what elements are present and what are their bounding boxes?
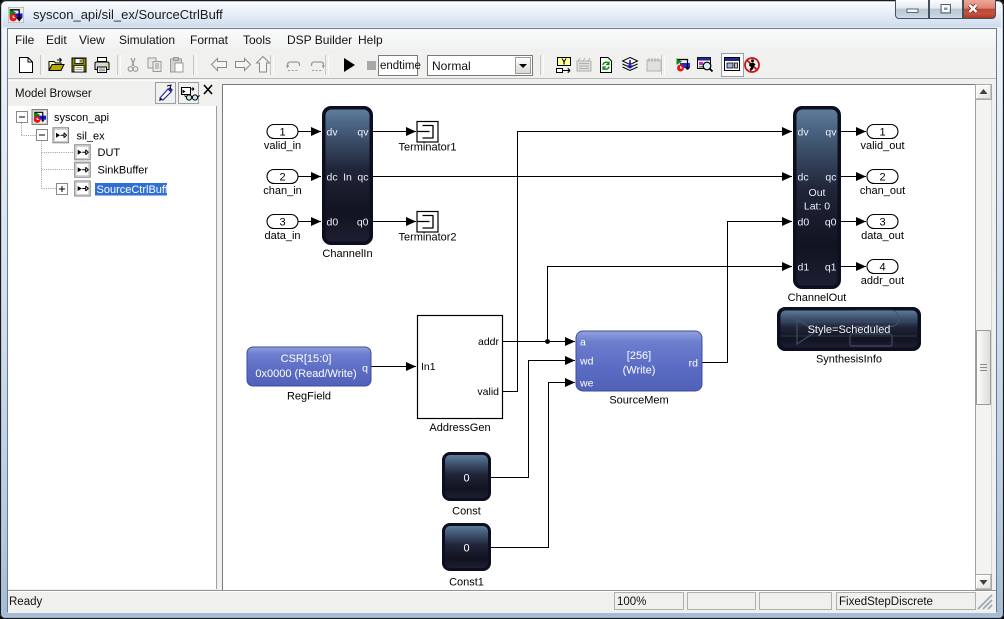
svg-text:Out: Out [809,187,826,199]
svg-text:a: a [580,337,586,349]
svg-text:In1: In1 [421,361,436,373]
svg-text:addr: addr [478,336,500,348]
svg-text:dv: dv [327,127,339,139]
svg-text:2: 2 [279,172,285,184]
svg-text:chan_in: chan_in [263,185,302,197]
svg-text:(Write): (Write) [623,365,656,377]
svg-text:d1: d1 [798,262,810,274]
svg-text:sil_ex: sil_ex [77,130,106,142]
svg-text:Const: Const [452,506,481,518]
svg-text:SourceMem: SourceMem [609,395,668,407]
svg-text:dv: dv [798,127,810,139]
svg-text:chan_out: chan_out [860,185,905,197]
svg-text:SourceCtrlBuff: SourceCtrlBuff [97,184,169,196]
svg-text:dc: dc [327,172,338,184]
svg-text:1: 1 [279,127,285,139]
svg-text:qc: qc [825,172,836,184]
svg-text:Const1: Const1 [449,577,484,589]
svg-text:qc: qc [357,172,368,184]
svg-text:ChannelOut: ChannelOut [788,292,847,304]
svg-text:0: 0 [463,473,469,485]
svg-text:0x0000 (Read/Write): 0x0000 (Read/Write) [255,368,356,380]
svg-text:DUT: DUT [98,147,121,159]
svg-text:SinkBuffer: SinkBuffer [98,165,149,177]
svg-text:SynthesisInfo: SynthesisInfo [816,354,882,366]
svg-text:Style=Scheduled: Style=Scheduled [808,324,891,336]
svg-text:Y: Y [561,57,567,66]
svg-text:[256]: [256] [627,350,651,362]
svg-text:valid: valid [477,386,499,398]
svg-text:data_in: data_in [264,230,300,242]
svg-text:rd: rd [689,358,698,370]
svg-text:syscon_api: syscon_api [54,112,109,124]
svg-text:q: q [362,363,368,375]
svg-text:d0: d0 [327,217,339,229]
svg-text:In: In [343,172,352,184]
svg-text:RegField: RegField [287,391,331,403]
svg-text:2: 2 [879,172,885,184]
svg-text:Lat: 0: Lat: 0 [804,201,830,213]
svg-text:0: 0 [463,543,469,555]
svg-text:data_out: data_out [861,230,904,242]
svg-text:4: 4 [879,262,885,274]
svg-text:3: 3 [879,217,885,229]
svg-text:ChannelIn: ChannelIn [322,248,372,260]
svg-text:valid_out: valid_out [860,140,904,152]
svg-text:qv: qv [357,127,369,139]
svg-text:wd: wd [579,356,594,368]
svg-text:Terminator1: Terminator1 [398,142,456,154]
svg-text:1: 1 [879,127,885,139]
svg-text:3: 3 [279,217,285,229]
svg-text:addr_out: addr_out [861,275,904,287]
svg-text:dc: dc [798,172,809,184]
svg-text:valid_in: valid_in [264,140,301,152]
svg-text:q0: q0 [825,217,837,229]
svg-text:AddressGen: AddressGen [429,422,490,434]
svg-text:CSR[15:0]: CSR[15:0] [281,353,332,365]
svg-text:qv: qv [825,127,837,139]
svg-text:q1: q1 [825,262,837,274]
svg-text:we: we [579,378,594,390]
svg-text:q0: q0 [357,217,369,229]
svg-text:d0: d0 [798,217,810,229]
svg-text:Terminator2: Terminator2 [398,232,456,244]
